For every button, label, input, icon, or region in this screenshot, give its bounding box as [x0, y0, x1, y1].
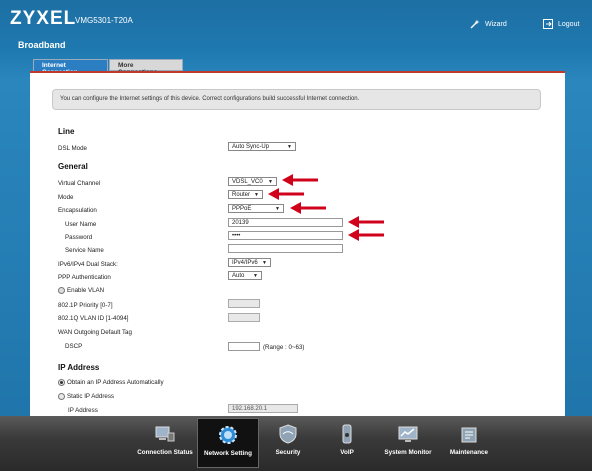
- logout-icon: [543, 19, 553, 29]
- nav-connection-status-label: Connection Status: [137, 449, 193, 456]
- enable-vlan-label: Enable VLAN: [67, 287, 105, 295]
- dscp-range-hint: (Range : 0~63): [263, 344, 305, 351]
- annotation-arrow-password: [348, 229, 384, 241]
- dscp-input[interactable]: [228, 342, 260, 351]
- ppp-auth-value: Auto: [232, 272, 245, 279]
- tab-internet-connection[interactable]: Internet Connection: [33, 59, 108, 76]
- nav-network-setting-label: Network Setting: [204, 450, 252, 457]
- virtual-channel-select[interactable]: VDSL_VC0 ▼: [228, 177, 277, 186]
- annotation-arrow-mode: [268, 188, 304, 200]
- vlan-id-label: 802.1Q VLAN ID [1-4094]: [58, 315, 129, 322]
- mode-value: Router: [232, 191, 251, 198]
- section-line-heading: Line: [58, 127, 75, 136]
- chevron-down-icon: ▼: [253, 272, 258, 279]
- section-general-heading: General: [58, 162, 88, 171]
- obtain-ip-auto-option[interactable]: Obtain an IP Address Automatically: [58, 379, 164, 386]
- content-panel: You can configure the Internet settings …: [30, 71, 565, 416]
- static-ip-option[interactable]: Static IP Address: [58, 393, 114, 400]
- logout-button[interactable]: Logout: [543, 19, 579, 29]
- user-name-label: User Name: [65, 221, 97, 228]
- virtual-channel-label: Virtual Channel: [58, 180, 101, 187]
- gear-globe-icon: [219, 426, 237, 444]
- wan-tag-label: WAN Outgoing Default Tag: [58, 329, 132, 336]
- dual-stack-value: IPv4/IPv6: [232, 259, 258, 266]
- nav-security[interactable]: Security: [257, 418, 319, 468]
- annotation-arrow-virtual-channel: [282, 174, 318, 186]
- nav-voip[interactable]: VoIP: [316, 418, 378, 468]
- dsl-mode-label: DSL Mode: [58, 145, 88, 152]
- nav-maintenance-label: Maintenance: [449, 449, 489, 456]
- encapsulation-select[interactable]: PPPoE ▼: [228, 204, 284, 213]
- obtain-ip-auto-radio[interactable]: [58, 379, 65, 386]
- phone-icon: [342, 424, 352, 444]
- monitor-icon: [155, 426, 175, 442]
- dual-stack-label: IPv6/IPv4 Dual Stack:: [58, 261, 118, 268]
- chevron-down-icon: ▼: [275, 205, 280, 212]
- priority-input[interactable]: [228, 299, 260, 308]
- service-name-input[interactable]: [228, 244, 343, 253]
- mode-select[interactable]: Router ▼: [228, 190, 263, 199]
- encapsulation-label: Encapsulation: [58, 207, 97, 214]
- encapsulation-value: PPPoE: [232, 205, 252, 212]
- nav-maintenance[interactable]: Maintenance: [438, 418, 500, 468]
- nav-connection-status[interactable]: Connection Status: [134, 418, 196, 468]
- ip-address-input[interactable]: 192.168.20.1: [228, 404, 298, 413]
- password-input[interactable]: ••••: [228, 231, 343, 240]
- chevron-down-icon: ▼: [287, 143, 292, 150]
- dsl-mode-value: Auto Sync-Up: [232, 143, 270, 150]
- tab-more-connections[interactable]: More Connections: [109, 59, 183, 76]
- obtain-ip-auto-label: Obtain an IP Address Automatically: [67, 379, 164, 387]
- dscp-label: DSCP: [65, 343, 83, 350]
- ip-address-label: IP Address: [68, 407, 98, 414]
- info-box: You can configure the Internet settings …: [52, 89, 541, 110]
- brand-logo: ZYXEL: [10, 8, 77, 29]
- static-ip-label: Static IP Address: [67, 393, 115, 401]
- dsl-mode-select[interactable]: Auto Sync-Up ▼: [228, 142, 296, 151]
- nav-network-setting[interactable]: Network Setting: [197, 418, 259, 468]
- annotation-arrow-user-name: [348, 216, 384, 228]
- nav-system-monitor[interactable]: System Monitor: [377, 418, 439, 468]
- enable-vlan-option[interactable]: Enable VLAN: [58, 287, 104, 294]
- dual-stack-select[interactable]: IPv4/IPv6 ▼: [228, 258, 271, 267]
- wizard-icon: [470, 19, 480, 29]
- chart-monitor-icon: [398, 426, 418, 442]
- chevron-down-icon: ▼: [262, 259, 267, 266]
- chevron-down-icon: ▼: [268, 178, 273, 185]
- nav-system-monitor-label: System Monitor: [384, 449, 432, 456]
- ppp-auth-label: PPP Authentication: [58, 274, 111, 281]
- enable-vlan-checkbox[interactable]: [58, 287, 65, 294]
- mode-label: Mode: [58, 194, 74, 201]
- logout-label: Logout: [558, 20, 580, 28]
- user-name-input[interactable]: 20139: [228, 218, 343, 227]
- tools-icon: [461, 427, 477, 443]
- nav-security-label: Security: [275, 449, 301, 456]
- ppp-auth-select[interactable]: Auto ▼: [228, 271, 262, 280]
- annotation-arrow-encapsulation: [290, 202, 326, 214]
- chevron-down-icon: ▼: [254, 191, 259, 198]
- page-title: Broadband: [18, 40, 66, 50]
- shield-icon: [279, 424, 297, 444]
- model-name: VMG5301-T20A: [75, 16, 133, 25]
- wizard-label: Wizard: [485, 20, 507, 28]
- static-ip-radio[interactable]: [58, 393, 65, 400]
- virtual-channel-value: VDSL_VC0: [232, 178, 263, 185]
- nav-voip-label: VoIP: [340, 449, 354, 456]
- password-label: Password: [65, 234, 93, 241]
- vlan-id-input[interactable]: [228, 313, 260, 322]
- service-name-label: Service Name: [65, 247, 104, 254]
- wizard-button[interactable]: Wizard: [470, 19, 507, 29]
- section-ip-address-heading: IP Address: [58, 363, 100, 372]
- priority-label: 802.1P Priority [0-7]: [58, 302, 113, 309]
